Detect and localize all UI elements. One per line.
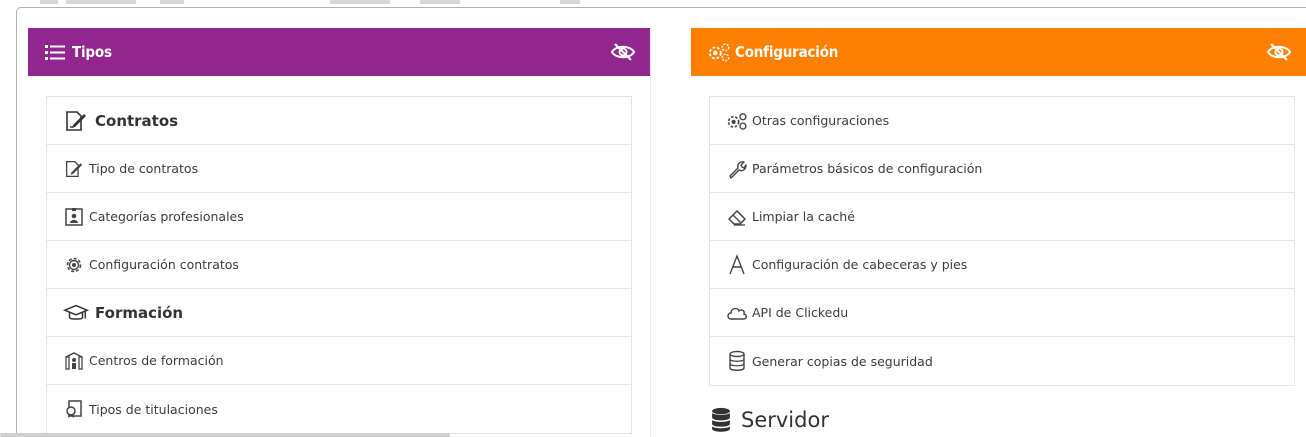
tipos-item-label: Tipos de titulaciones <box>89 401 218 417</box>
config-item-label: API de Clickedu <box>752 305 849 320</box>
tipos-item-label: Categorías profesionales <box>89 209 244 224</box>
configuracion-list: Otras configuraciones Parámetros básicos… <box>709 96 1295 386</box>
configuracion-panel-title: Configuración <box>735 43 839 61</box>
tipos-item-categorias-profesionales[interactable]: Categorías profesionales <box>47 193 631 241</box>
tipos-item-label: Centros de formación <box>89 353 224 368</box>
config-item-limpiar-cache[interactable]: Limpiar la caché <box>710 193 1294 241</box>
servidor-section-title: Servidor <box>709 406 829 434</box>
config-item-label: Configuración de cabeceras y pies <box>752 257 968 272</box>
gears-icon <box>707 41 731 63</box>
tipos-item-configuracion-contratos[interactable]: Configuración contratos <box>47 241 631 289</box>
config-item-label: Parámetros básicos de configuración <box>752 161 983 176</box>
contract-icon <box>63 108 89 134</box>
config-item-cabeceras-y-pies[interactable]: Configuración de cabeceras y pies <box>710 241 1294 289</box>
tipos-item-tipo-de-contratos[interactable]: Tipo de contratos <box>47 145 631 193</box>
graduation-cap-icon <box>63 300 89 326</box>
config-item-label: Limpiar la caché <box>752 209 855 224</box>
section-formacion: Formación <box>47 289 631 337</box>
school-building-icon <box>63 350 85 372</box>
servidor-label: Servidor <box>741 408 829 432</box>
section-formacion-label: Formación <box>95 303 184 322</box>
eraser-icon <box>726 206 748 228</box>
horizontal-scrollbar[interactable] <box>0 433 450 437</box>
database-icon <box>709 406 735 434</box>
gears-icon <box>726 110 748 132</box>
cropped-top-text <box>0 0 1306 6</box>
cloud-icon <box>726 302 748 324</box>
config-item-api-clickedu[interactable]: API de Clickedu <box>710 289 1294 337</box>
database-icon <box>726 350 748 372</box>
configuracion-panel-header: Configuración <box>691 28 1306 76</box>
config-item-otras-configuraciones[interactable]: Otras configuraciones <box>710 97 1294 145</box>
tipos-item-label: Configuración contratos <box>89 257 239 272</box>
tipos-item-tipos-de-titulaciones[interactable]: Tipos de titulaciones <box>47 385 631 433</box>
eye-slash-icon[interactable] <box>610 42 636 62</box>
tipos-item-label: Tipo de contratos <box>89 161 199 176</box>
certificate-icon <box>63 398 85 420</box>
configuracion-panel: Configuración Otras configuraciones Pará… <box>691 28 1306 437</box>
tipos-panel-title: Tipos <box>72 43 112 61</box>
config-item-label: Otras configuraciones <box>752 113 890 128</box>
eye-slash-icon[interactable] <box>1266 42 1292 62</box>
contract-icon <box>63 158 85 180</box>
tipos-item-centros-de-formacion[interactable]: Centros de formación <box>47 337 631 385</box>
letter-a-icon <box>726 253 748 276</box>
section-contratos-label: Contratos <box>95 111 179 130</box>
config-item-copias-de-seguridad[interactable]: Generar copias de seguridad <box>710 337 1294 385</box>
config-item-parametros-basicos[interactable]: Parámetros básicos de configuración <box>710 145 1294 193</box>
tipos-list: Contratos Tipo de contratos Categorías p… <box>46 96 632 434</box>
gear-icon <box>63 254 85 276</box>
section-contratos: Contratos <box>47 97 631 145</box>
list-icon <box>44 41 68 63</box>
id-badge-icon <box>63 206 85 228</box>
config-item-label: Generar copias de seguridad <box>752 353 933 369</box>
tipos-panel: Tipos Contratos Tipo de contratos Catego… <box>28 28 651 437</box>
wrench-icon <box>726 158 748 180</box>
tipos-panel-header: Tipos <box>28 28 650 76</box>
